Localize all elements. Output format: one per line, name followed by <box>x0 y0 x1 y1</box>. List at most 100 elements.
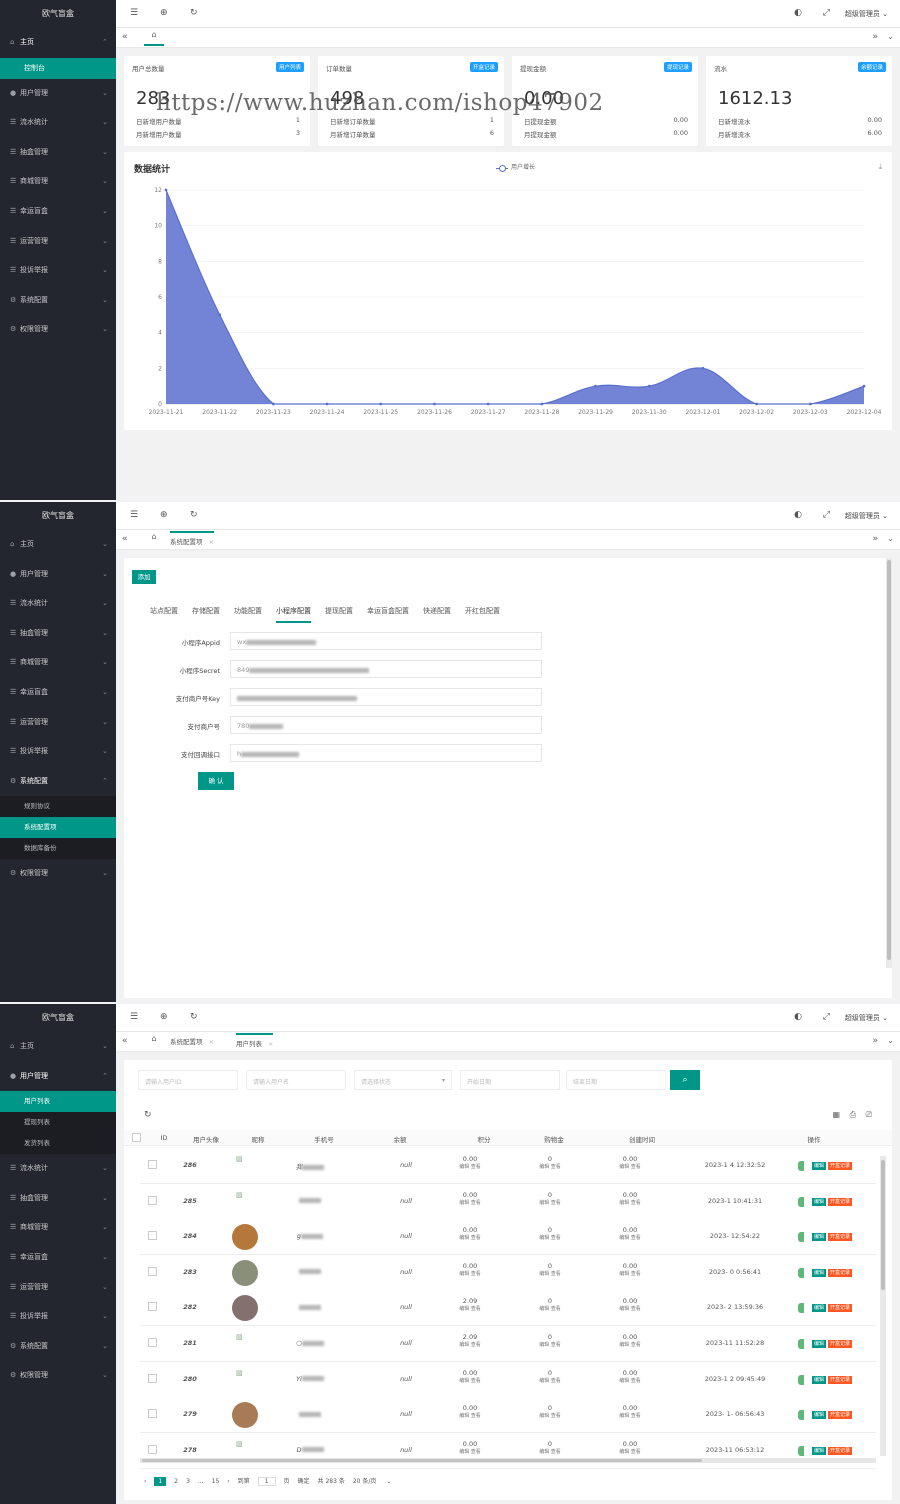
view-link[interactable]: 查看 <box>471 1271 481 1277</box>
refresh-icon[interactable]: ↻ <box>144 1110 152 1120</box>
edit-link[interactable]: 编辑 <box>619 1164 629 1170</box>
cell-actions[interactable]: 编辑 查看 <box>520 1377 580 1384</box>
cell-actions[interactable]: 编辑 查看 <box>600 1199 660 1206</box>
view-link[interactable]: 查看 <box>551 1378 561 1384</box>
globe-icon[interactable]: ⊕ <box>160 510 168 520</box>
user-menu[interactable]: 超级管理员 ⌄ <box>845 511 888 521</box>
cell-actions[interactable]: 编辑 查看 <box>440 1234 500 1241</box>
home-tab-icon[interactable]: ⌂ <box>144 30 164 46</box>
edit-link[interactable]: 编辑 <box>539 1200 549 1206</box>
sidebar-item[interactable]: ☰ 抽盒管理 ⌄ <box>0 619 116 649</box>
view-link[interactable]: 查看 <box>631 1342 641 1348</box>
table-row[interactable]: 284 g null 0.00 编辑 查看 0 编辑 查看 0.00 编辑 查看 2023- 12… <box>140 1219 876 1256</box>
page-number[interactable]: 15 <box>212 1478 220 1485</box>
edit-link[interactable]: 编辑 <box>619 1378 629 1384</box>
table-row[interactable]: 283 null 0.00 编辑 查看 0 编辑 查看 0.00 编辑 查看 2023- 0 0… <box>140 1254 876 1291</box>
submenu-item[interactable]: 发货列表 <box>0 1133 116 1154</box>
view-link[interactable]: 查看 <box>631 1235 641 1241</box>
view-link[interactable]: 查看 <box>551 1449 561 1455</box>
print-icon[interactable]: ⎚ <box>866 1110 872 1120</box>
sidebar-item[interactable]: ☰ 运营管理 ⌄ <box>0 1273 116 1303</box>
cell-actions[interactable]: 编辑 查看 <box>600 1305 660 1312</box>
edit-link[interactable]: 编辑 <box>459 1342 469 1348</box>
open-record-button[interactable]: 开盒记录 <box>827 1304 852 1313</box>
cell-actions[interactable]: 编辑 查看 <box>520 1305 580 1312</box>
submenu-item[interactable]: 提现列表 <box>0 1112 116 1133</box>
status-switch[interactable] <box>798 1161 804 1171</box>
sidebar-item[interactable]: ● 用户管理 ⌃ <box>0 1062 116 1092</box>
table-row[interactable]: 279 null 0.00 编辑 查看 0 编辑 查看 0.00 编辑 查看 2023- 1- … <box>140 1397 876 1434</box>
edit-button[interactable]: 编辑 <box>811 1233 826 1242</box>
open-record-button[interactable]: 开盒记录 <box>827 1233 852 1242</box>
page-number[interactable]: 3 <box>186 1478 190 1485</box>
edit-link[interactable]: 编辑 <box>539 1449 549 1455</box>
edit-link[interactable]: 编辑 <box>459 1235 469 1241</box>
view-link[interactable]: 查看 <box>631 1306 641 1312</box>
config-input[interactable]: 849 <box>230 660 542 678</box>
stat-badge[interactable]: 用户列表 <box>275 62 304 72</box>
cell-actions[interactable]: 编辑 查看 <box>440 1163 500 1170</box>
v-scrollbar[interactable] <box>880 1156 886 1456</box>
submenu-item[interactable]: 数据库备份 <box>0 838 116 859</box>
chevron-down-icon[interactable]: ⌄ <box>887 32 894 41</box>
submenu-item[interactable]: 系统配置项 <box>0 817 116 839</box>
theme-icon[interactable]: ◐ <box>794 510 802 520</box>
edit-link[interactable]: 编辑 <box>459 1449 469 1455</box>
open-record-button[interactable]: 开盒记录 <box>827 1446 852 1455</box>
sidebar-item[interactable]: ☰ 流水统计 ⌄ <box>0 108 116 138</box>
sidebar-item[interactable]: ⚙ 系统配置 ⌃ <box>0 767 116 797</box>
user-menu[interactable]: 超级管理员 ⌄ <box>845 1013 888 1023</box>
sidebar-item[interactable]: ☰ 投诉举报 ⌄ <box>0 737 116 767</box>
view-link[interactable]: 查看 <box>631 1413 641 1419</box>
view-link[interactable]: 查看 <box>631 1378 641 1384</box>
cell-actions[interactable]: 编辑 查看 <box>440 1412 500 1419</box>
edit-link[interactable]: 编辑 <box>619 1306 629 1312</box>
row-checkbox[interactable] <box>148 1338 157 1347</box>
edit-link[interactable]: 编辑 <box>539 1164 549 1170</box>
edit-link[interactable]: 编辑 <box>619 1449 629 1455</box>
open-record-button[interactable]: 开盒记录 <box>827 1375 852 1384</box>
config-tab[interactable]: 开红包配置 <box>465 606 500 621</box>
sidebar-item[interactable]: ⚙ 权限管理 ⌄ <box>0 315 116 345</box>
refresh-icon[interactable]: ↻ <box>190 510 198 520</box>
view-link[interactable]: 查看 <box>551 1200 561 1206</box>
cell-actions[interactable]: 编辑 查看 <box>440 1448 500 1455</box>
page-size-select[interactable]: 20 条/页 ⌄ <box>353 1476 400 1485</box>
submenu-item[interactable]: 用户列表 <box>0 1091 116 1113</box>
tab-left-icon[interactable]: « <box>122 534 128 544</box>
sidebar-item[interactable]: ⚙ 系统配置 ⌄ <box>0 1332 116 1362</box>
edit-button[interactable]: 编辑 <box>811 1446 826 1455</box>
add-button[interactable]: 添加 <box>132 570 156 584</box>
sidebar-item[interactable]: ☰ 商城管理 ⌄ <box>0 1213 116 1243</box>
edit-link[interactable]: 编辑 <box>539 1378 549 1384</box>
close-icon[interactable]: × <box>268 1040 273 1048</box>
cell-actions[interactable]: 编辑 查看 <box>600 1448 660 1455</box>
cell-actions[interactable]: 编辑 查看 <box>520 1412 580 1419</box>
cell-actions[interactable]: 编辑 查看 <box>600 1341 660 1348</box>
edit-button[interactable]: 编辑 <box>811 1340 826 1348</box>
tab-left-icon[interactable]: « <box>122 32 128 42</box>
user-menu[interactable]: 超级管理员 ⌄ <box>845 9 888 19</box>
refresh-icon[interactable]: ↻ <box>190 1012 198 1022</box>
edit-link[interactable]: 编辑 <box>459 1413 469 1419</box>
cell-actions[interactable]: 编辑 查看 <box>520 1199 580 1206</box>
edit-link[interactable]: 编辑 <box>459 1271 469 1277</box>
row-checkbox[interactable] <box>148 1266 157 1276</box>
row-checkbox[interactable] <box>148 1231 157 1241</box>
edit-link[interactable]: 编辑 <box>539 1306 549 1312</box>
view-link[interactable]: 查看 <box>471 1413 481 1419</box>
config-tab[interactable]: 站点配置 <box>150 606 178 621</box>
h-scrollbar[interactable] <box>140 1458 876 1463</box>
status-switch[interactable] <box>798 1445 804 1456</box>
edit-button[interactable]: 编辑 <box>811 1197 826 1206</box>
config-input[interactable]: wx <box>230 632 542 650</box>
close-icon[interactable]: × <box>209 538 214 546</box>
home-tab-icon[interactable]: ⌂ <box>144 1034 164 1050</box>
open-record-button[interactable]: 开盒记录 <box>827 1340 852 1348</box>
edit-link[interactable]: 编辑 <box>539 1342 549 1348</box>
sidebar-item[interactable]: ⚙ 权限管理 ⌄ <box>0 859 116 889</box>
cell-actions[interactable]: 编辑 查看 <box>520 1448 580 1455</box>
view-link[interactable]: 查看 <box>551 1164 561 1170</box>
goto-confirm-button[interactable]: 确定 <box>298 1476 310 1485</box>
row-checkbox[interactable] <box>148 1195 157 1205</box>
